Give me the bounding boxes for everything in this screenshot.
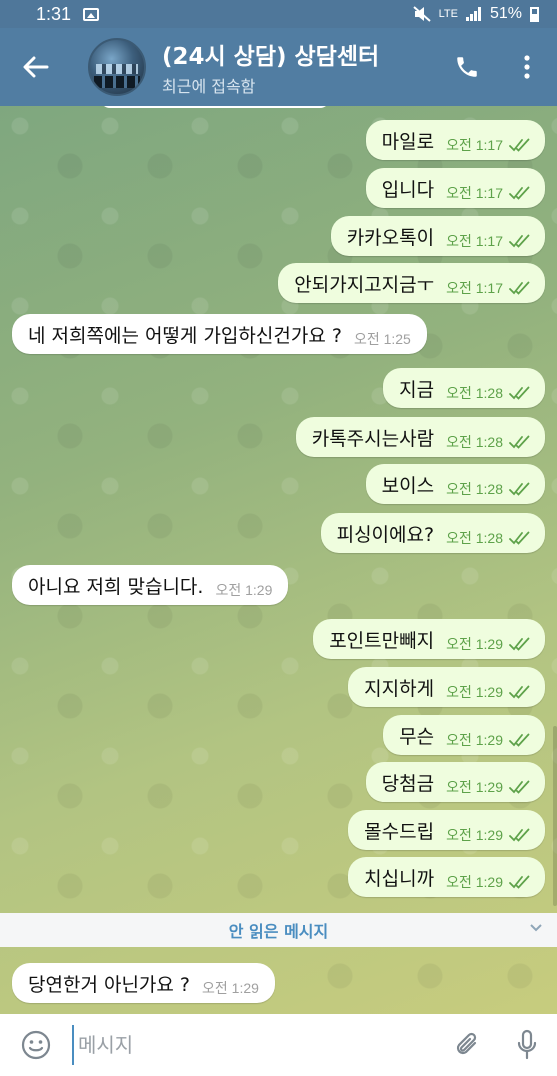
double-check-icon xyxy=(509,733,530,747)
message-text: 치십니까 xyxy=(364,867,435,890)
message-time: 오전 1:17 xyxy=(446,233,503,249)
outgoing-message[interactable]: 피싱이에요? 오전 1:28 xyxy=(320,513,545,553)
status-bar: 1:31 LTE 51% xyxy=(0,0,557,28)
double-check-icon xyxy=(509,780,530,794)
chevron-down-icon[interactable] xyxy=(529,921,543,935)
avatar[interactable] xyxy=(88,38,146,96)
mic-button[interactable] xyxy=(497,1014,557,1076)
message-time: 오전 1:28 xyxy=(446,434,503,450)
outgoing-message[interactable]: 카카오톡이 오전 1:17 xyxy=(330,216,545,256)
outgoing-message[interactable]: 카톡주시는사람 오전 1:28 xyxy=(295,417,545,457)
incoming-message[interactable]: 당연한거 아닌가요 ? 오전 1:29 xyxy=(12,963,275,1003)
message-time: 오전 1:17 xyxy=(446,185,503,201)
message-text: 당연한거 아닌가요 ? xyxy=(28,973,191,996)
outgoing-message[interactable]: 무슨 오전 1:29 xyxy=(383,715,545,755)
more-button[interactable] xyxy=(497,28,557,106)
emoji-icon xyxy=(21,1030,51,1060)
double-check-icon xyxy=(509,138,530,152)
message-text: 안되가지고지금ㅜ xyxy=(294,273,435,296)
mute-icon xyxy=(412,6,431,22)
attach-button[interactable] xyxy=(437,1014,497,1076)
message-text: 카톡주시는사람 xyxy=(311,427,435,450)
message-text: 보이스 xyxy=(381,474,435,497)
message-text: 포인트만빼지 xyxy=(329,629,435,652)
double-check-icon xyxy=(509,234,530,248)
status-time: 1:31 xyxy=(36,3,72,24)
phone-icon xyxy=(457,57,477,77)
message-text: 지금 xyxy=(399,378,435,401)
outgoing-message[interactable]: 포인트만빼지 오전 1:29 xyxy=(313,619,545,659)
message-text: 피싱이에요? xyxy=(336,523,435,546)
outgoing-message[interactable]: 몰수드립 오전 1:29 xyxy=(348,810,545,850)
status-right: LTE 51% xyxy=(412,5,539,23)
message-time: 오전 1:28 xyxy=(446,530,503,546)
double-check-icon xyxy=(509,186,530,200)
network-type: LTE xyxy=(438,8,458,20)
message-time: 오전 1:17 xyxy=(446,137,503,153)
message-time: 오전 1:29 xyxy=(202,980,259,996)
message-text: 아니요 저희 맞습니다. xyxy=(28,575,204,598)
outgoing-message[interactable]: 보이스 오전 1:28 xyxy=(365,464,545,504)
message-text: 네 저희쪽에는 어떻게 가입하신건가요 ? xyxy=(28,324,342,347)
image-notification-icon xyxy=(83,7,100,21)
message-time: 오전 1:29 xyxy=(446,874,503,890)
emoji-button[interactable] xyxy=(0,1014,72,1076)
double-check-icon xyxy=(509,637,530,651)
message-text: 카카오톡이 xyxy=(346,226,435,249)
message-input-bar xyxy=(0,1014,557,1076)
chat-title-block[interactable]: (24시 상담) 상담센터 최근에 접속함 xyxy=(162,37,437,97)
unread-messages-divider: 안 읽은 메시지 xyxy=(0,913,557,947)
double-check-icon xyxy=(509,685,530,699)
message-time: 오전 1:29 xyxy=(446,827,503,843)
message-text: 무슨 xyxy=(399,725,435,748)
message-list[interactable]: 마일로 오전 1:17 입니다 오전 1:17 카카오톡이 오전 1:17 안되가지고지금ㅜ… xyxy=(0,106,557,1014)
double-check-icon xyxy=(509,435,530,449)
battery-percent: 51% xyxy=(489,5,522,22)
chat-header: (24시 상담) 상담센터 최근에 접속함 xyxy=(0,28,557,106)
signal-icon xyxy=(465,7,481,21)
scrollbar[interactable] xyxy=(553,726,557,906)
back-button[interactable] xyxy=(0,28,72,106)
message-text: 당첨금 xyxy=(381,772,435,795)
double-check-icon xyxy=(509,875,530,889)
call-button[interactable] xyxy=(437,28,497,106)
message-text: 지지하게 xyxy=(364,677,435,700)
attach-icon xyxy=(456,1032,477,1055)
last-seen: 최근에 접속함 xyxy=(162,77,256,96)
message-text: 마일로 xyxy=(381,130,435,153)
outgoing-message[interactable]: 당첨금 오전 1:29 xyxy=(365,762,545,802)
unread-label: 안 읽은 메시지 xyxy=(228,922,329,941)
outgoing-message[interactable]: 지지하게 오전 1:29 xyxy=(348,667,545,707)
outgoing-message[interactable]: 마일로 오전 1:17 xyxy=(365,120,545,160)
more-vert-icon xyxy=(524,55,530,79)
outgoing-message[interactable]: 치십니까 오전 1:29 xyxy=(348,857,545,897)
outgoing-message[interactable]: 안되가지고지금ㅜ 오전 1:17 xyxy=(278,263,545,303)
double-check-icon xyxy=(509,386,530,400)
message-time: 오전 1:28 xyxy=(446,481,503,497)
incoming-message[interactable]: 아니요 저희 맞습니다. 오전 1:29 xyxy=(12,565,289,605)
outgoing-message[interactable]: 지금 오전 1:28 xyxy=(383,368,545,408)
double-check-icon xyxy=(509,531,530,545)
double-check-icon xyxy=(509,828,530,842)
double-check-icon xyxy=(509,281,530,295)
battery-icon xyxy=(530,6,539,22)
message-text: 입니다 xyxy=(381,178,435,201)
message-text: 몰수드립 xyxy=(364,820,435,843)
message-time: 오전 1:29 xyxy=(446,636,503,652)
back-arrow-icon xyxy=(23,56,49,78)
message-time: 오전 1:29 xyxy=(215,582,273,598)
outgoing-message[interactable]: 입니다 오전 1:17 xyxy=(365,168,545,208)
message-input[interactable] xyxy=(72,1025,437,1065)
message-time: 오전 1:17 xyxy=(446,280,503,296)
double-check-icon xyxy=(509,482,530,496)
incoming-message[interactable]: 네 저희쪽에는 어떻게 가입하신건가요 ? 오전 1:25 xyxy=(12,314,427,354)
mic-icon xyxy=(517,1029,537,1060)
message-time: 오전 1:29 xyxy=(446,684,503,700)
message-time: 오전 1:29 xyxy=(446,732,503,748)
message-time: 오전 1:29 xyxy=(446,779,503,795)
message-time: 오전 1:28 xyxy=(446,385,503,401)
chat-title: (24시 상담) 상담센터 xyxy=(162,44,380,70)
previous-message-stub xyxy=(100,106,330,108)
message-time: 오전 1:25 xyxy=(353,331,411,347)
